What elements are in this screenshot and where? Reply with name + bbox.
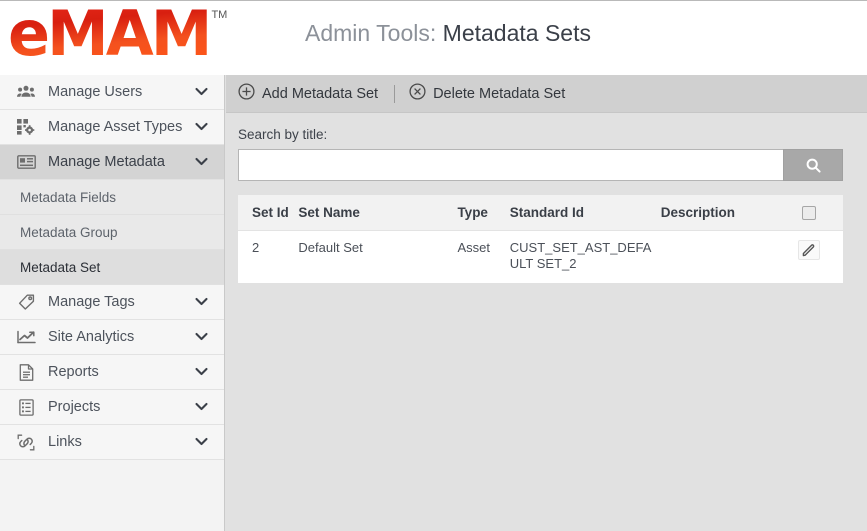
chevron-down-icon[interactable] [195,328,208,346]
cell-description [660,230,787,284]
search-input[interactable] [238,149,783,181]
column-header-standard-id[interactable]: Standard Id [509,195,661,232]
sidebar-item-label: Projects [48,399,101,415]
sidebar-item-label: Manage Tags [48,294,135,310]
sidebar-subitem-metadata-set[interactable]: Metadata Set [0,250,224,285]
search-label: Search by title: [238,127,328,142]
cell-type: Asset [457,230,510,284]
delete-metadata-set-button[interactable]: Delete Metadata Set [409,82,566,105]
column-header-set-id[interactable]: Set Id [238,195,299,232]
chevron-down-icon[interactable] [195,363,208,381]
column-header-select-all [786,195,843,232]
chevron-down-icon[interactable] [195,83,208,101]
circle-x-icon [409,82,426,105]
add-metadata-set-button[interactable]: Add Metadata Set [238,82,379,105]
users-icon [14,82,38,102]
emam-logo[interactable]: eMAM TM [8,3,227,65]
sidebar-item-label: Manage Asset Types [48,119,183,135]
page-header: eMAM TM Admin Tools: Metadata Sets [0,1,867,75]
sidebar-subnav-metadata: Metadata Fields Metadata Group Metadata … [0,180,224,285]
column-header-description[interactable]: Description [660,195,787,232]
sidebar-item-manage-asset-types[interactable]: Manage Asset Types [0,110,224,145]
sidebar-item-manage-users[interactable]: Manage Users [0,75,224,110]
column-header-set-name[interactable]: Set Name [298,195,458,232]
chevron-down-icon[interactable] [195,153,208,171]
chevron-down-icon[interactable] [195,293,208,311]
sidebar-item-label: Manage Users [48,84,143,100]
asset-types-icon [14,117,38,137]
sidebar-subitem-label: Metadata Set [20,259,101,275]
chevron-down-icon[interactable] [195,433,208,451]
sidebar-item-label: Reports [48,364,99,380]
links-icon [14,432,38,452]
admin-tools-page: eMAM TM Admin Tools: Metadata Sets Manag… [0,0,867,531]
projects-icon [14,397,38,417]
sidebar-item-label: Manage Metadata [48,154,165,170]
checkbox-unchecked-icon[interactable] [801,206,816,221]
tag-icon [14,292,38,312]
circle-plus-icon [238,82,255,105]
page-title: Admin Tools: Metadata Sets [305,20,591,47]
search-row [238,149,843,181]
sidebar-empty-area [0,460,224,531]
page-title-prefix: Admin Tools: [305,20,437,46]
cell-set-id: 2 [238,230,299,284]
metadata-icon [14,152,38,172]
metadata-sets-table: Set Id Set Name Type Standard Id Descrip… [238,195,843,284]
logo-wordmark: eMAM [8,0,212,70]
sidebar-item-manage-metadata[interactable]: Manage Metadata [0,145,224,180]
sidebar-item-manage-tags[interactable]: Manage Tags [0,285,224,320]
sidebar-item-label: Site Analytics [48,329,135,345]
sidebar-item-site-analytics[interactable]: Site Analytics [0,320,224,355]
delete-metadata-set-label: Delete Metadata Set [433,85,566,102]
add-metadata-set-label: Add Metadata Set [262,85,379,102]
search-icon [805,157,822,174]
sidebar-item-links[interactable]: Links [0,425,224,460]
search-panel: Search by title: [226,113,867,181]
trademark-symbol: TM [211,9,228,21]
cell-actions [786,230,843,284]
action-toolbar: Add Metadata Set Delete Metadata Set [226,75,867,113]
chevron-down-icon[interactable] [195,118,208,136]
table-header-row: Set Id Set Name Type Standard Id Descrip… [238,195,843,232]
column-header-type[interactable]: Type [457,195,510,232]
toolbar-divider [394,84,396,103]
sidebar-subitem-metadata-group[interactable]: Metadata Group [0,215,224,250]
sidebar-nav: Manage Users Manage Asset Types Manage M… [0,75,225,531]
search-button[interactable] [783,149,843,181]
sidebar-subitem-label: Metadata Group [20,224,118,240]
sidebar-item-label: Links [48,434,82,450]
chevron-down-icon[interactable] [195,398,208,416]
analytics-icon [14,327,38,347]
edit-pencil-icon[interactable] [797,240,820,261]
sidebar-subitem-metadata-fields[interactable]: Metadata Fields [0,180,224,215]
sidebar-item-projects[interactable]: Projects [0,390,224,425]
page-title-main: Metadata Sets [442,20,591,46]
report-icon [14,362,38,382]
sidebar-subitem-label: Metadata Fields [20,189,117,205]
cell-set-name: Default Set [298,230,458,284]
cell-standard-id: CUST_SET_AST_DEFAULT SET_2 [509,230,661,284]
content-area: Add Metadata Set Delete Metadata Set Sea… [226,75,867,531]
table-row[interactable]: 2 Default Set Asset CUST_SET_AST_DEFAULT… [238,230,843,284]
sidebar-item-reports[interactable]: Reports [0,355,224,390]
